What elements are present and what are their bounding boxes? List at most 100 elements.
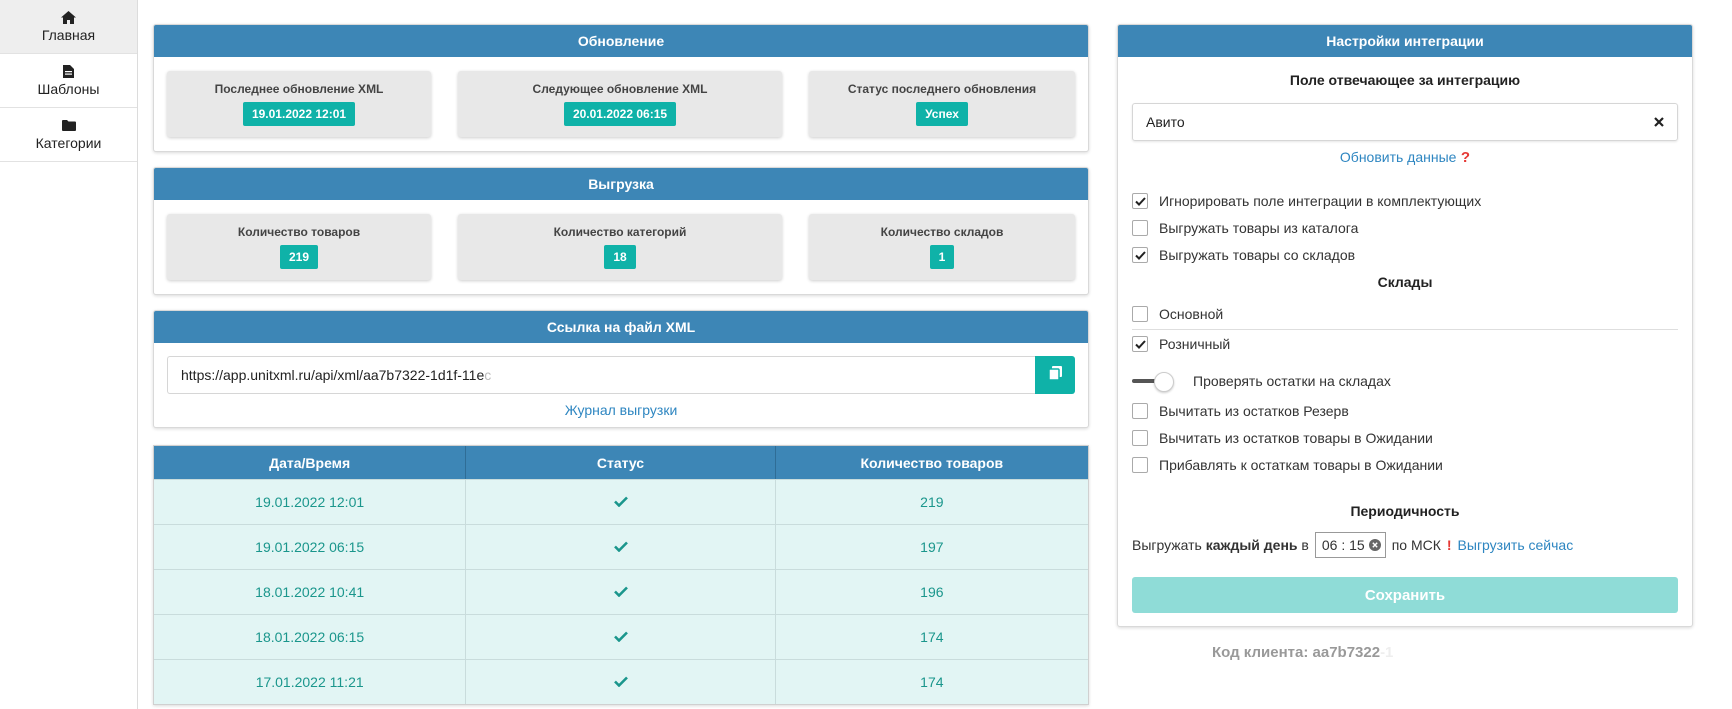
clear-icon[interactable] bbox=[1654, 114, 1664, 130]
warehouse-label: Основной bbox=[1159, 306, 1224, 322]
client-code-faded: -1 bbox=[1380, 644, 1394, 661]
cell-count: 197 bbox=[920, 539, 944, 555]
last-update-badge: 19.01.2022 12:01 bbox=[242, 102, 356, 126]
option-export-catalog[interactable]: Выгружать товары из каталога bbox=[1132, 220, 1358, 236]
xml-url-field[interactable]: https://app.unitxml.ru/api/xml/aa7b7322-… bbox=[167, 356, 1035, 394]
next-update-badge: 20.01.2022 06:15 bbox=[563, 102, 677, 126]
table-row: 19.01.2022 06:15 197 bbox=[154, 524, 1088, 569]
option-label: Вычитать из остатков товары в Ожидании bbox=[1159, 430, 1433, 446]
checkbox[interactable] bbox=[1132, 220, 1148, 236]
check-stock-toggle-row[interactable]: Проверять остатки на складах bbox=[1132, 372, 1391, 392]
warning-icon: ! bbox=[1446, 537, 1452, 553]
cell-status bbox=[466, 480, 776, 524]
warehouse-label: Розничный bbox=[1159, 336, 1231, 352]
checkbox[interactable] bbox=[1132, 403, 1148, 419]
refresh-data-link[interactable]: Обновить данные bbox=[1340, 149, 1457, 165]
integration-settings-panel: Настройки интеграции Поле отвечающее за … bbox=[1117, 24, 1693, 627]
toggle-label: Проверять остатки на складах bbox=[1193, 373, 1391, 389]
checkbox-checked[interactable] bbox=[1132, 336, 1148, 352]
sidebar-item-templates[interactable]: Шаблоны bbox=[0, 54, 137, 108]
stat-label: Количество категорий bbox=[553, 225, 687, 239]
copy-button[interactable] bbox=[1035, 356, 1075, 394]
option-label: Выгружать товары со складов bbox=[1159, 247, 1356, 263]
checkbox[interactable] bbox=[1132, 430, 1148, 446]
cell-datetime: 19.01.2022 06:15 bbox=[154, 525, 467, 569]
column-header-status[interactable]: Статус bbox=[466, 446, 776, 479]
export-now-link[interactable]: Выгрузить сейчас bbox=[1458, 537, 1574, 553]
panel-title: Обновление bbox=[154, 25, 1088, 57]
cell-status bbox=[466, 525, 776, 569]
integration-field-select[interactable]: Авито bbox=[1132, 103, 1678, 141]
check-stock-toggle[interactable] bbox=[1132, 372, 1174, 392]
option-label: Выгружать товары из каталога bbox=[1159, 220, 1359, 236]
export-panel: Выгрузка Количество товаров 219 Количест… bbox=[153, 167, 1089, 295]
client-code-text: Код клиента: aa7b7322 bbox=[1212, 644, 1381, 661]
last-update-card: Последнее обновление XML 19.01.2022 12:0… bbox=[167, 71, 431, 137]
categories-count-card: Количество категорий 18 bbox=[458, 214, 782, 280]
integration-field-value: Авито bbox=[1146, 114, 1185, 130]
help-icon[interactable]: ? bbox=[1461, 149, 1470, 166]
panel-title: Настройки интеграции bbox=[1118, 25, 1692, 57]
cell-datetime: 18.01.2022 10:41 bbox=[154, 570, 467, 614]
cell-status bbox=[466, 615, 776, 659]
check-icon bbox=[613, 539, 628, 555]
check-icon bbox=[613, 494, 628, 510]
schedule-timezone: по МСК bbox=[1391, 537, 1441, 553]
check-icon bbox=[613, 674, 628, 690]
option-export-warehouses[interactable]: Выгружать товары со складов bbox=[1132, 247, 1355, 263]
sidebar-item-home[interactable]: Главная bbox=[0, 0, 137, 54]
checkbox[interactable] bbox=[1132, 306, 1148, 322]
xml-url-text: https://app.unitxml.ru/api/xml/aa7b7322-… bbox=[181, 367, 485, 383]
time-input[interactable]: 06 : 15 bbox=[1314, 532, 1386, 558]
column-header-datetime[interactable]: Дата/Время bbox=[154, 446, 467, 479]
schedule-in: в bbox=[1301, 537, 1309, 553]
schedule-frequency[interactable]: каждый день bbox=[1206, 537, 1298, 553]
warehouse-retail[interactable]: Розничный bbox=[1132, 336, 1230, 352]
next-update-card: Следующее обновление XML 20.01.2022 06:1… bbox=[458, 71, 782, 137]
xml-link-panel: Ссылка на файл XML https://app.unitxml.r… bbox=[153, 310, 1089, 428]
sidebar: Главная Шаблоны Категории bbox=[0, 0, 138, 709]
update-panel: Обновление Последнее обновление XML 19.0… bbox=[153, 24, 1089, 152]
copy-icon bbox=[1047, 365, 1062, 385]
products-count-badge: 219 bbox=[279, 245, 319, 269]
panel-title: Выгрузка bbox=[154, 168, 1088, 200]
checkbox[interactable] bbox=[1132, 457, 1148, 473]
cell-count: 174 bbox=[920, 629, 944, 645]
periodicity-title: Периодичность bbox=[1350, 503, 1460, 519]
checkbox-checked[interactable] bbox=[1132, 247, 1148, 263]
stat-label: Последнее обновление XML bbox=[214, 82, 384, 96]
cell-count: 196 bbox=[920, 584, 944, 600]
warehouses-title: Склады bbox=[1377, 274, 1433, 290]
schedule-row: Выгружать каждый день в 06 : 15 по МСК !… bbox=[1132, 532, 1573, 558]
warehouse-main[interactable]: Основной bbox=[1132, 306, 1223, 322]
clear-time-icon[interactable] bbox=[1368, 539, 1381, 551]
table-header: Дата/Время Статус Количество товаров bbox=[154, 446, 1088, 479]
stat-label: Следующее обновление XML bbox=[532, 82, 708, 96]
option-label: Игнорировать поле интеграции в комплекту… bbox=[1159, 193, 1482, 209]
checkbox-checked[interactable] bbox=[1132, 193, 1148, 209]
option-subtract-waiting[interactable]: Вычитать из остатков товары в Ожидании bbox=[1132, 430, 1433, 446]
sidebar-item-label: Категории bbox=[35, 134, 102, 151]
warehouses-count-card: Количество складов 1 bbox=[809, 214, 1075, 280]
stat-label: Статус последнего обновления bbox=[847, 82, 1037, 96]
sidebar-item-categories[interactable]: Категории bbox=[0, 108, 137, 162]
export-log-link[interactable]: Журнал выгрузки bbox=[565, 402, 678, 418]
option-subtract-reserve[interactable]: Вычитать из остатков Резерв bbox=[1132, 403, 1349, 419]
save-button[interactable]: Сохранить bbox=[1132, 577, 1678, 613]
client-code: Код клиента: aa7b7322-1 bbox=[1212, 644, 1393, 661]
table-row: 19.01.2022 12:01 219 bbox=[154, 479, 1088, 524]
divider bbox=[1132, 329, 1678, 330]
sidebar-item-label: Шаблоны bbox=[37, 80, 100, 97]
check-icon bbox=[613, 584, 628, 600]
cell-datetime: 19.01.2022 12:01 bbox=[154, 480, 467, 524]
xml-url-faded: c bbox=[484, 367, 492, 383]
option-add-waiting[interactable]: Прибавлять к остаткам товары в Ожидании bbox=[1132, 457, 1443, 473]
products-count-card: Количество товаров 219 bbox=[167, 214, 431, 280]
folder-icon bbox=[61, 119, 77, 133]
time-value: 06 : 15 bbox=[1321, 537, 1365, 553]
column-header-count[interactable]: Количество товаров bbox=[776, 446, 1088, 479]
table-row: 17.01.2022 11:21 174 bbox=[154, 659, 1088, 704]
option-ignore-components[interactable]: Игнорировать поле интеграции в комплекту… bbox=[1132, 193, 1481, 209]
option-label: Прибавлять к остаткам товары в Ожидании bbox=[1159, 457, 1443, 473]
integration-field-title: Поле отвечающее за интеграцию bbox=[1289, 72, 1521, 88]
